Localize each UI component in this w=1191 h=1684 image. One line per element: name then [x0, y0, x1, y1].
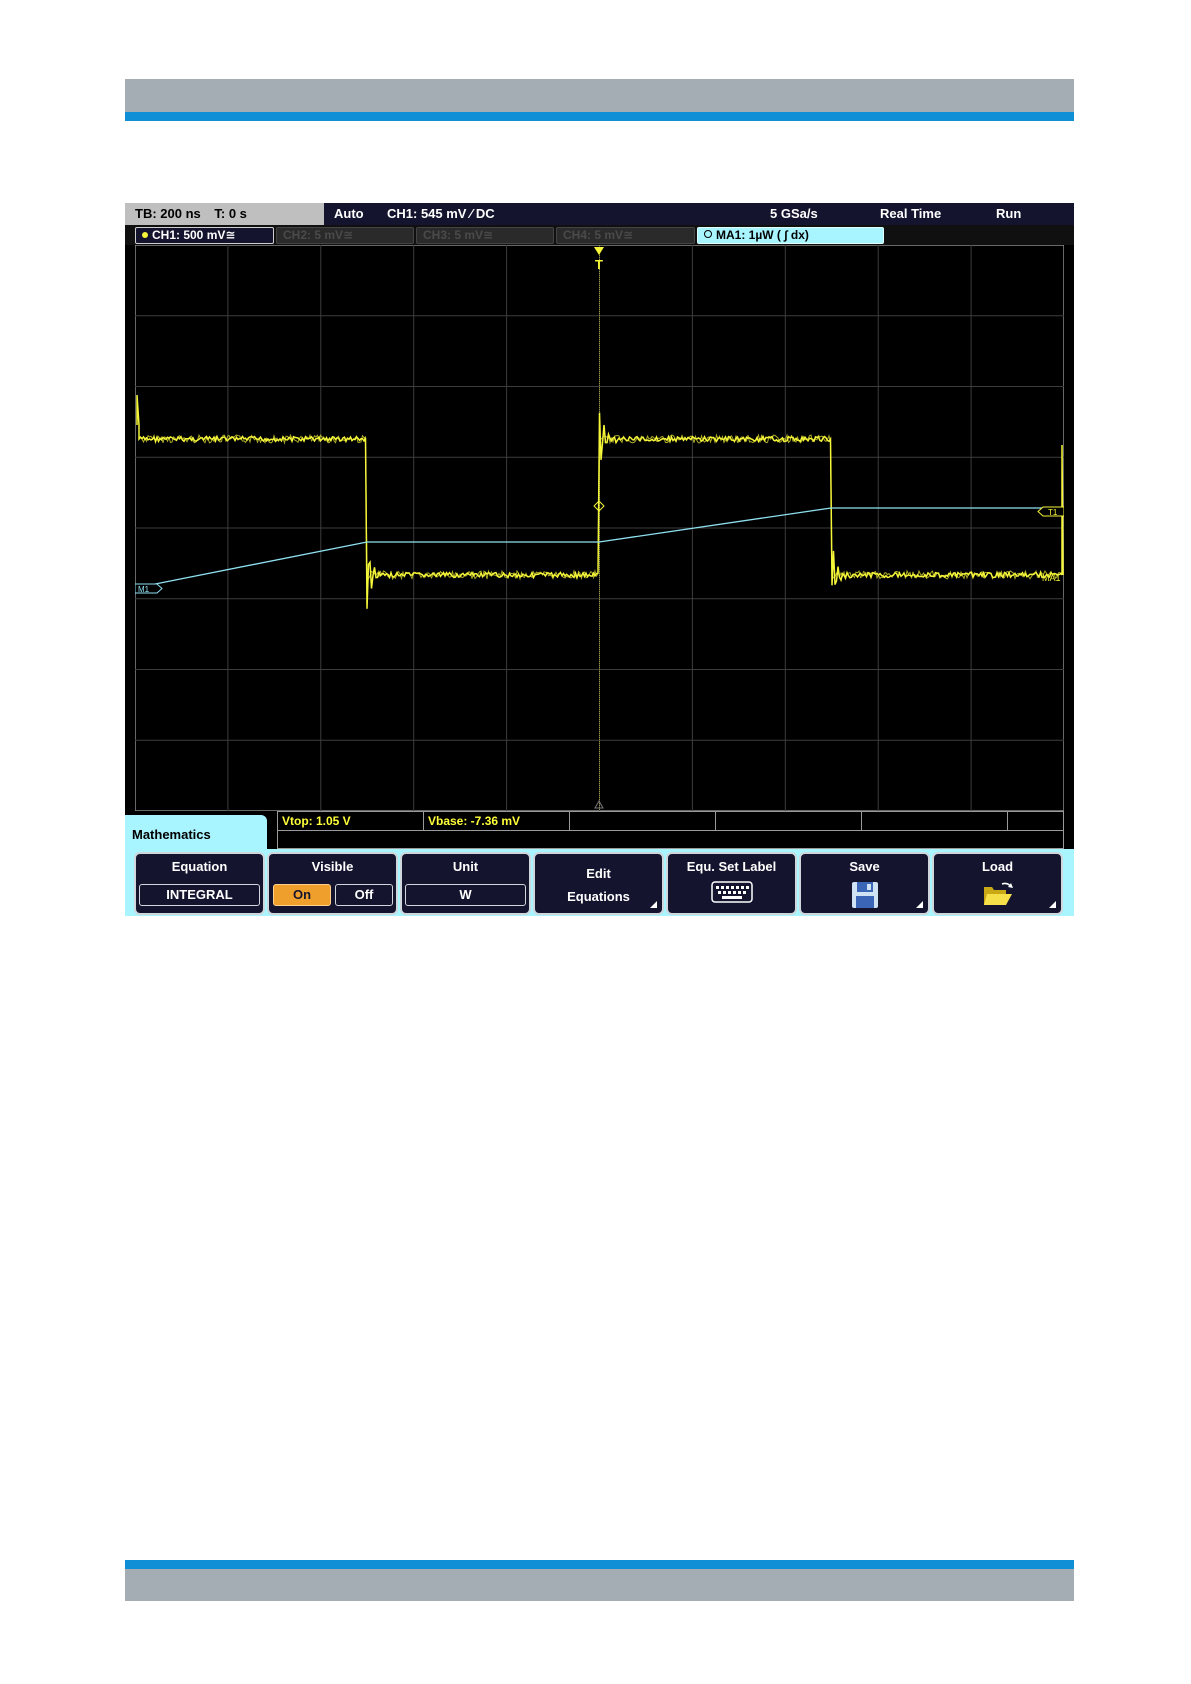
footer-blue-band	[125, 1560, 1074, 1569]
footer-gray-band	[125, 1569, 1074, 1601]
set-label-text: Equ. Set Label	[686, 859, 777, 874]
keyboard-icon	[710, 881, 753, 906]
tab-ch3-label: CH3: 5 mV≅	[423, 228, 494, 242]
math-ring-icon	[704, 230, 712, 238]
softkey-bar: Equation INTEGRAL Visible On Off Unit W …	[125, 849, 1074, 916]
floppy-disk-icon	[851, 881, 879, 912]
tab-ch4[interactable]: CH4: 5 mV≅	[556, 227, 695, 244]
timebase-value: TB: 200 ns	[135, 206, 201, 221]
measurement-table: Vtop: 1.05 V Vbase: -7.36 mV	[277, 811, 1064, 849]
channel-tab-row: CH1: 500 mV≅ CH2: 5 mV≅ CH3: 5 mV≅ CH4: …	[125, 225, 1074, 245]
math-marker-left-label: M1	[138, 585, 150, 594]
save-softkey[interactable]: Save	[799, 852, 930, 915]
submenu-corner-icon	[1049, 901, 1056, 908]
load-softkey[interactable]: Load	[932, 852, 1063, 915]
save-label: Save	[849, 859, 880, 874]
level-marker-label: T1	[1048, 508, 1058, 517]
header-gray-band	[125, 79, 1074, 112]
equation-label: Equation	[171, 859, 228, 874]
unit-value[interactable]: W	[405, 884, 526, 906]
header-blue-band	[125, 112, 1074, 121]
tab-ch2[interactable]: CH2: 5 mV≅	[276, 227, 414, 244]
set-label-softkey[interactable]: Equ. Set Label	[666, 852, 797, 915]
measurement-empty-4	[716, 812, 862, 830]
submenu-corner-icon	[650, 901, 657, 908]
visible-off-button[interactable]: Off	[335, 884, 393, 906]
unit-label: Unit	[452, 859, 479, 874]
sample-rate[interactable]: 5 GSa/s	[770, 203, 818, 225]
tab-ch4-label: CH4: 5 mV≅	[563, 228, 634, 242]
trigger-source[interactable]: CH1: 545 mV ∕ DC	[387, 203, 495, 225]
measurement-vtop[interactable]: Vtop: 1.05 V	[278, 812, 424, 830]
tab-math1-label: MA1: 1µW ( ∫ dx)	[716, 228, 809, 242]
waveform-plot[interactable]: T M1 T1 MA1	[135, 245, 1064, 811]
trigger-mode[interactable]: Auto	[334, 203, 364, 225]
tab-math1[interactable]: MA1: 1µW ( ∫ dx)	[697, 227, 884, 244]
oscilloscope-screenshot: TB: 200 ns T: 0 s Auto CH1: 545 mV ∕ DC …	[125, 203, 1074, 916]
open-folder-icon	[982, 881, 1014, 910]
visible-on-button[interactable]: On	[273, 884, 331, 906]
ch1-color-dot-icon	[142, 232, 148, 238]
unit-softkey[interactable]: Unit W	[400, 852, 531, 915]
level-marker-right[interactable]: T1	[1037, 506, 1064, 517]
math-offset-marker-left[interactable]: M1	[135, 583, 163, 594]
measurement-empty-3	[570, 812, 716, 830]
math-marker-right-label: MA1	[1042, 573, 1061, 583]
tab-ch1-label: CH1: 500 mV≅	[152, 228, 236, 242]
edit-label: Edit	[586, 866, 611, 881]
tab-ch2-label: CH2: 5 mV≅	[283, 228, 354, 242]
visible-softkey[interactable]: Visible On Off	[267, 852, 398, 915]
tab-ch3[interactable]: CH3: 5 mV≅	[416, 227, 554, 244]
acquisition-mode[interactable]: Real Time	[880, 203, 941, 225]
run-state[interactable]: Run	[996, 203, 1021, 225]
timebase-box[interactable]: TB: 200 ns T: 0 s	[125, 203, 324, 225]
measurement-vbase[interactable]: Vbase: -7.36 mV	[424, 812, 570, 830]
edit-equations-softkey[interactable]: Edit Equations	[533, 852, 664, 915]
trigger-time-value: T: 0 s	[214, 206, 247, 221]
tab-ch1[interactable]: CH1: 500 mV≅	[135, 227, 274, 244]
equation-softkey[interactable]: Equation INTEGRAL	[134, 852, 265, 915]
measurement-divider	[278, 830, 1063, 831]
equations-label: Equations	[567, 889, 630, 904]
measurement-empty-5	[862, 812, 1008, 830]
trigger-marker: T	[595, 257, 603, 272]
load-label: Load	[981, 859, 1014, 874]
equation-value[interactable]: INTEGRAL	[139, 884, 260, 906]
status-bar: TB: 200 ns T: 0 s Auto CH1: 545 mV ∕ DC …	[125, 203, 1074, 225]
waveform-area[interactable]: T M1 T1 MA1	[125, 245, 1074, 812]
menu-title: Mathematics	[132, 827, 211, 842]
submenu-corner-icon	[916, 901, 923, 908]
visible-label: Visible	[311, 859, 354, 874]
